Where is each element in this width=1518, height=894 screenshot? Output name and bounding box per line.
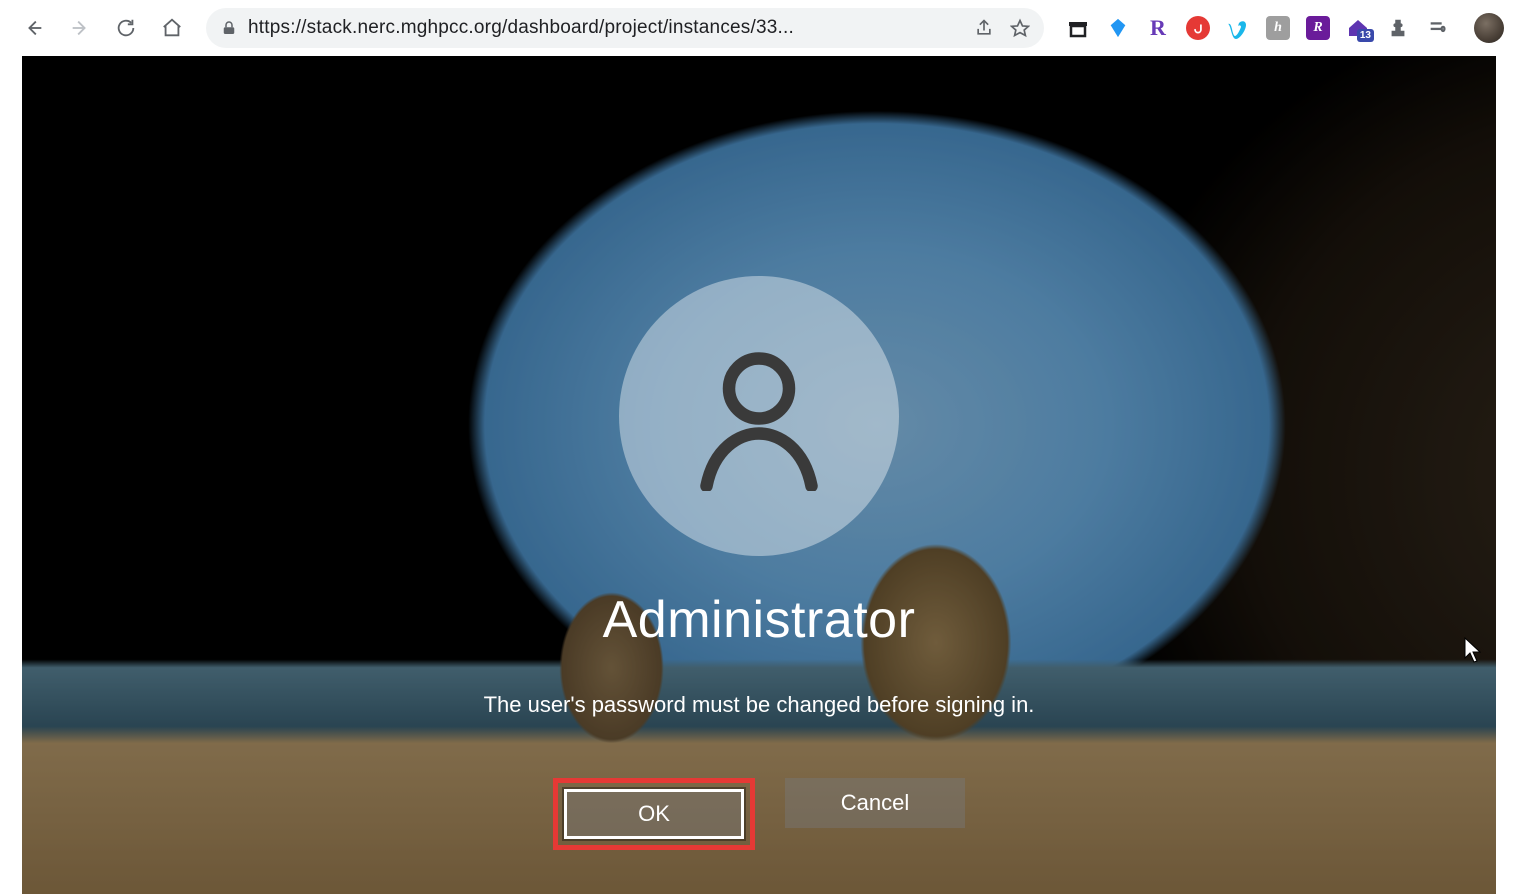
profile-avatar[interactable] (1474, 13, 1504, 43)
extension-house-icon[interactable]: 13 (1346, 16, 1370, 40)
cancel-button-label: Cancel (841, 790, 909, 816)
person-icon (684, 341, 834, 491)
forward-button[interactable] (60, 8, 100, 48)
ok-button[interactable]: OK (564, 789, 744, 839)
media-control-icon[interactable] (1426, 16, 1450, 40)
extension-box-icon[interactable] (1066, 16, 1090, 40)
extension-ublock-icon[interactable] (1186, 16, 1210, 40)
login-message: The user's password must be changed befo… (484, 692, 1035, 718)
login-button-row: OK Cancel (553, 778, 965, 850)
reload-button[interactable] (106, 8, 146, 48)
address-bar[interactable]: https://stack.nerc.mghpcc.org/dashboard/… (206, 8, 1044, 48)
home-button[interactable] (152, 8, 192, 48)
extension-vimeo-icon[interactable] (1226, 16, 1250, 40)
star-icon[interactable] (1010, 18, 1030, 38)
extension-rakuten-icon[interactable]: R (1146, 16, 1170, 40)
browser-toolbar: https://stack.nerc.mghpcc.org/dashboard/… (0, 0, 1518, 56)
reload-icon (115, 17, 137, 39)
arrow-left-icon (23, 17, 45, 39)
lock-icon (220, 19, 238, 37)
cancel-button[interactable]: Cancel (785, 778, 965, 828)
extension-honey-icon[interactable]: h (1266, 16, 1290, 40)
user-avatar-placeholder (619, 276, 899, 556)
annotation-highlight: OK (553, 778, 755, 850)
ok-button-label: OK (638, 801, 670, 827)
share-icon[interactable] (974, 18, 994, 38)
home-icon (161, 17, 183, 39)
windows-login-panel: Administrator The user's password must b… (22, 56, 1496, 894)
extension-house-badge: 13 (1357, 29, 1374, 42)
login-username: Administrator (603, 590, 916, 650)
back-button[interactable] (14, 8, 54, 48)
arrow-right-icon (69, 17, 91, 39)
extension-purple-icon[interactable]: R (1306, 16, 1330, 40)
extensions-menu-icon[interactable] (1386, 16, 1410, 40)
extension-tray: R h R 13 (1058, 13, 1504, 43)
url-text: https://stack.nerc.mghpcc.org/dashboard/… (248, 17, 956, 39)
remote-console: Administrator The user's password must b… (22, 56, 1496, 894)
extension-diamond-icon[interactable] (1106, 16, 1130, 40)
